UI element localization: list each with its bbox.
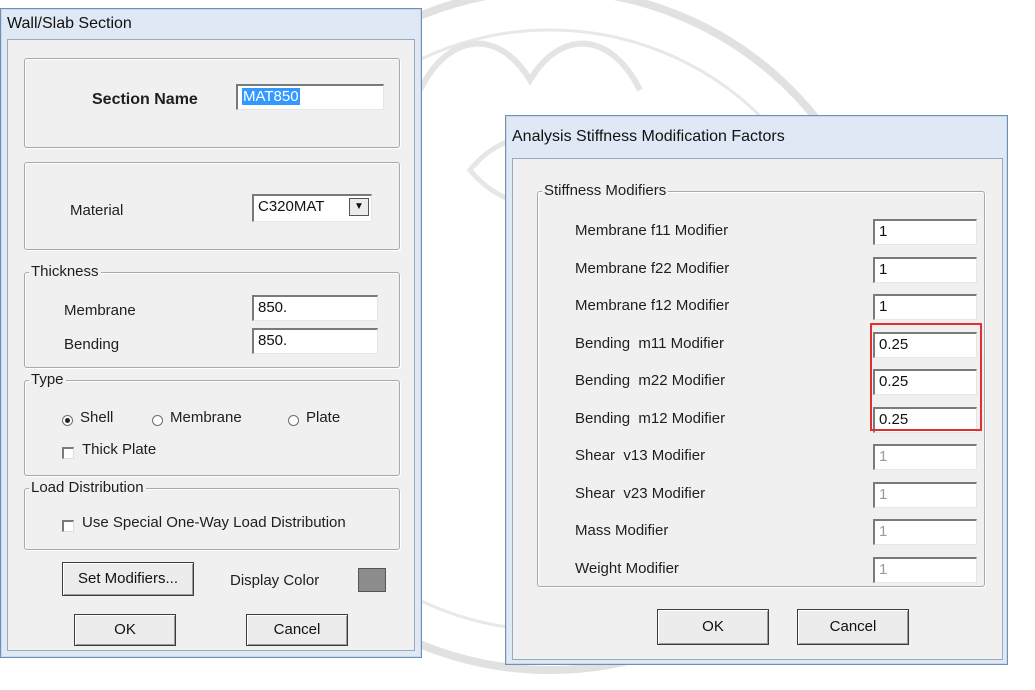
dialog-title: Analysis Stiffness Modification Factors — [512, 128, 785, 145]
plate-option-label: Plate — [306, 409, 341, 426]
dialog-title: Wall/Slab Section — [7, 15, 132, 32]
modifier-label: Mass Modifier — [575, 522, 669, 539]
thickness-title: Thickness — [29, 263, 101, 280]
modifier-input[interactable]: 1 — [873, 481, 977, 508]
type-title: Type — [29, 371, 66, 388]
modifier-label: Membrane f11 Modifier — [575, 222, 729, 239]
type-group: Type — [24, 371, 400, 476]
modifier-label: Membrane f12 Modifier — [575, 297, 730, 314]
membrane-radio[interactable] — [152, 415, 163, 426]
plate-radio[interactable] — [288, 415, 299, 426]
display-color-swatch[interactable] — [358, 568, 386, 592]
ok-button[interactable]: OK — [657, 609, 769, 645]
bending-thickness-input[interactable]: 850. — [252, 328, 378, 354]
modifier-label: Bending m22 Modifier — [575, 372, 726, 389]
material-value: C320MAT — [258, 198, 325, 215]
section-name-input[interactable]: MAT850 — [236, 84, 384, 110]
modifier-input[interactable]: 1 — [873, 219, 977, 245]
bending-label: Bending — [64, 336, 120, 353]
load-distribution-title: Load Distribution — [29, 479, 146, 496]
display-color-label: Display Color — [230, 572, 320, 589]
stiffness-modifiers-title: Stiffness Modifiers — [542, 182, 669, 199]
dialog-client-area: Section Name MAT850 Material C320MAT ▼ T… — [7, 39, 415, 651]
one-way-load-checkbox[interactable] — [62, 520, 74, 532]
modifier-label: Bending m12 Modifier — [575, 409, 726, 427]
wall-slab-section-dialog: Wall/Slab Section Section Name MAT850 Ma… — [0, 8, 422, 658]
section-name-label: Section Name — [92, 91, 198, 108]
membrane-option-label: Membrane — [170, 409, 242, 426]
set-modifiers-button[interactable]: Set Modifiers... — [62, 562, 194, 596]
one-way-load-label: Use Special One-Way Load Distribution — [82, 514, 346, 531]
dialog-client-area: Stiffness Modifiers Membrane f11 Modifie… — [512, 158, 1003, 660]
modifier-input[interactable]: 1 — [873, 444, 977, 470]
material-dropdown[interactable]: C320MAT ▼ — [252, 194, 372, 222]
modifier-input[interactable]: 1 — [873, 294, 977, 320]
shell-option-label: Shell — [80, 409, 114, 426]
chevron-down-icon[interactable]: ▼ — [349, 198, 369, 216]
membrane-thickness-input[interactable]: 850. — [252, 295, 378, 321]
cancel-button[interactable]: Cancel — [246, 614, 348, 646]
modifier-label: Membrane f22 Modifier — [575, 259, 730, 277]
modifier-label: Shear v13 Modifier — [575, 447, 706, 464]
thick-plate-label: Thick Plate — [82, 441, 157, 458]
shell-radio[interactable] — [62, 415, 73, 426]
stiffness-modifiers-dialog: Analysis Stiffness Modification Factors … — [505, 115, 1008, 665]
cancel-button[interactable]: Cancel — [797, 609, 909, 645]
modifier-input[interactable]: 1 — [873, 519, 977, 545]
ok-button[interactable]: OK — [74, 614, 176, 646]
material-label: Material — [70, 202, 124, 219]
membrane-label: Membrane — [64, 302, 136, 319]
bending-highlight-box — [870, 323, 982, 431]
modifier-label: Bending m11 Modifier — [575, 334, 724, 352]
modifier-label: Shear v23 Modifier — [575, 484, 706, 502]
thick-plate-checkbox[interactable] — [62, 447, 74, 459]
modifier-input[interactable]: 1 — [873, 256, 977, 283]
section-name-value: MAT850 — [242, 88, 300, 105]
modifier-input[interactable]: 1 — [873, 556, 977, 583]
modifier-label: Weight Modifier — [575, 559, 679, 577]
